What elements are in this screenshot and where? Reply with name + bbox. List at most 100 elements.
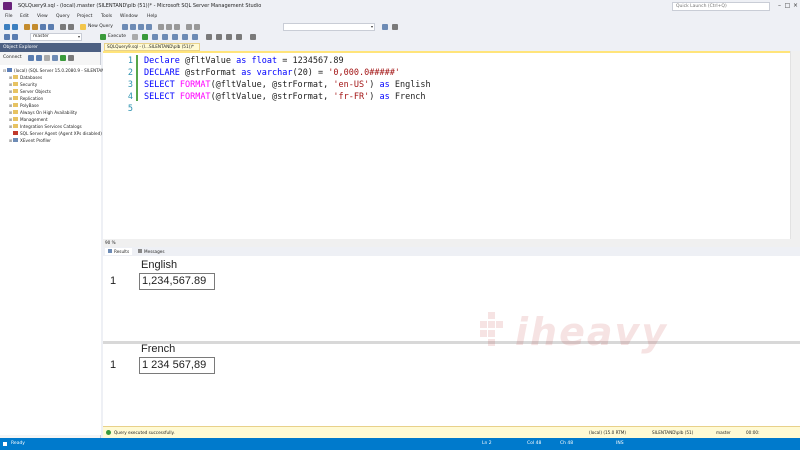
parse-icon[interactable] [142, 34, 148, 40]
status-column: Col 48 [527, 441, 542, 446]
database-value: master [33, 34, 49, 39]
results-to-text-icon[interactable] [172, 34, 178, 40]
tree-node-xevent-profiler[interactable]: ⊞ XEvent Profiler [8, 137, 51, 144]
change-tracking-bar [136, 55, 138, 101]
uncomment-icon[interactable] [216, 34, 222, 40]
undo-edit-icon[interactable] [186, 24, 192, 30]
save-all-icon[interactable] [48, 24, 54, 30]
cut-icon[interactable] [158, 24, 164, 30]
line-number: 3 [127, 80, 133, 90]
menu-window[interactable]: Window [120, 14, 138, 19]
tree-node-label: Server Objects [20, 88, 51, 94]
open-file-icon[interactable] [32, 24, 38, 30]
tree-node-databases[interactable]: ⊞ Databases [8, 74, 42, 81]
paste-icon[interactable] [174, 24, 180, 30]
folder-icon [13, 89, 18, 94]
mdx-query-icon[interactable] [130, 24, 136, 30]
dmx-query-icon[interactable] [138, 24, 144, 30]
solution-config-dropdown[interactable]: ▾ [283, 23, 375, 31]
specify-values-icon[interactable] [250, 34, 256, 40]
tree-node-label: Security [20, 81, 38, 87]
connect-server-icon[interactable] [28, 55, 34, 61]
watermark-text: iheavy [515, 310, 669, 354]
document-tab[interactable]: SQLQuery9.sql - (l...SILENTAND\plb (51))… [104, 43, 200, 51]
messages-icon [138, 249, 142, 253]
tab-results[interactable]: Results [105, 248, 133, 255]
query-editor[interactable]: 1 2 3 4 5 Declare @fltValue as float = 1… [103, 51, 800, 239]
tree-node-server[interactable]: ⊟ (local) (SQL Server 15.0.2080.9 - SILE… [2, 67, 117, 74]
redo-edit-icon[interactable] [194, 24, 200, 30]
close-icon[interactable]: × [792, 2, 799, 9]
increase-indent-icon[interactable] [236, 34, 242, 40]
row-number[interactable]: 1 [110, 275, 116, 287]
stop-refresh-icon[interactable] [44, 55, 50, 61]
change-connection-icon[interactable] [12, 34, 18, 40]
new-project-icon[interactable] [24, 24, 30, 30]
maximize-icon[interactable]: □ [784, 2, 791, 9]
new-query-icon[interactable] [80, 24, 86, 30]
row-number[interactable]: 1 [110, 359, 116, 371]
database-query-icon[interactable] [122, 24, 128, 30]
refresh-icon[interactable] [60, 55, 66, 61]
zoom-level[interactable]: 90 % [103, 239, 800, 247]
profiler-icon [13, 138, 18, 143]
editor-scrollbar[interactable] [790, 51, 800, 239]
redo-icon[interactable] [68, 24, 74, 30]
connect-button[interactable]: Connect [3, 55, 22, 60]
connect-icon[interactable] [4, 34, 10, 40]
elapsed-time: 00:00: [746, 430, 760, 435]
back-icon[interactable] [4, 24, 10, 30]
menu-edit[interactable]: Edit [20, 14, 29, 19]
tree-node-server-objects[interactable]: ⊞ Server Objects [8, 88, 51, 95]
query-designer-icon[interactable] [162, 34, 168, 40]
tree-node-label: SQL Server Agent (Agent XPs disabled) [20, 130, 102, 136]
xmla-query-icon[interactable] [146, 24, 152, 30]
results-to-file-icon[interactable] [192, 34, 198, 40]
menu-view[interactable]: View [37, 14, 48, 19]
save-icon[interactable] [40, 24, 46, 30]
undo-icon[interactable] [60, 24, 66, 30]
tree-node-management[interactable]: ⊞ Management [8, 116, 48, 123]
disconnect-icon[interactable] [36, 55, 42, 61]
ssms-app-icon [3, 2, 12, 10]
column-header-french[interactable]: French [141, 343, 175, 355]
code-line-4: SELECT FORMAT(@fltValue, @strFormat, 'fr… [144, 92, 426, 102]
folder-icon [13, 103, 18, 108]
tree-node-polybase[interactable]: ⊞ PolyBase [8, 102, 39, 109]
filter-icon[interactable] [52, 55, 58, 61]
quick-launch-input[interactable]: Quick Launch (Ctrl+Q) [672, 2, 770, 11]
estimated-plan-icon[interactable] [152, 34, 158, 40]
tree-node-security[interactable]: ⊞ Security [8, 81, 37, 88]
stop-icon[interactable] [132, 34, 138, 40]
menu-help[interactable]: Help [147, 14, 157, 19]
execute-button[interactable]: Execute [108, 34, 126, 39]
column-header-english[interactable]: English [141, 259, 177, 271]
tree-node-integration-services[interactable]: ⊞ Integration Services Catalogs [8, 123, 82, 130]
results-to-grid-icon[interactable] [182, 34, 188, 40]
execute-icon[interactable] [100, 34, 106, 40]
tab-messages[interactable]: Messages [135, 248, 168, 255]
properties-icon[interactable] [392, 24, 398, 30]
minimize-icon[interactable]: – [776, 2, 783, 9]
tree-node-sql-agent[interactable]: SQL Server Agent (Agent XPs disabled) [8, 130, 102, 137]
decrease-indent-icon[interactable] [226, 34, 232, 40]
result-cell-french[interactable]: 1 234 567,89 [139, 357, 215, 374]
find-icon[interactable] [382, 24, 388, 30]
menu-project[interactable]: Project [77, 14, 92, 19]
menu-query[interactable]: Query [56, 14, 70, 19]
result-cell-english[interactable]: 1,234,567.89 [139, 273, 215, 290]
object-explorer-toolbar: Connect [0, 52, 101, 64]
database-dropdown[interactable]: master ▾ [30, 33, 82, 41]
new-query-button[interactable]: New Query [88, 24, 113, 29]
activity-monitor-icon[interactable] [68, 55, 74, 61]
forward-icon[interactable] [12, 24, 18, 30]
status-icon [3, 442, 7, 446]
folder-icon [13, 75, 18, 80]
grid-splitter[interactable] [103, 341, 800, 344]
menu-tools[interactable]: Tools [101, 14, 112, 19]
copy-icon[interactable] [166, 24, 172, 30]
tree-node-replication[interactable]: ⊞ Replication [8, 95, 43, 102]
tree-node-always-on[interactable]: ⊞ Always On High Availability [8, 109, 77, 116]
comment-icon[interactable] [206, 34, 212, 40]
menu-file[interactable]: File [5, 14, 13, 19]
